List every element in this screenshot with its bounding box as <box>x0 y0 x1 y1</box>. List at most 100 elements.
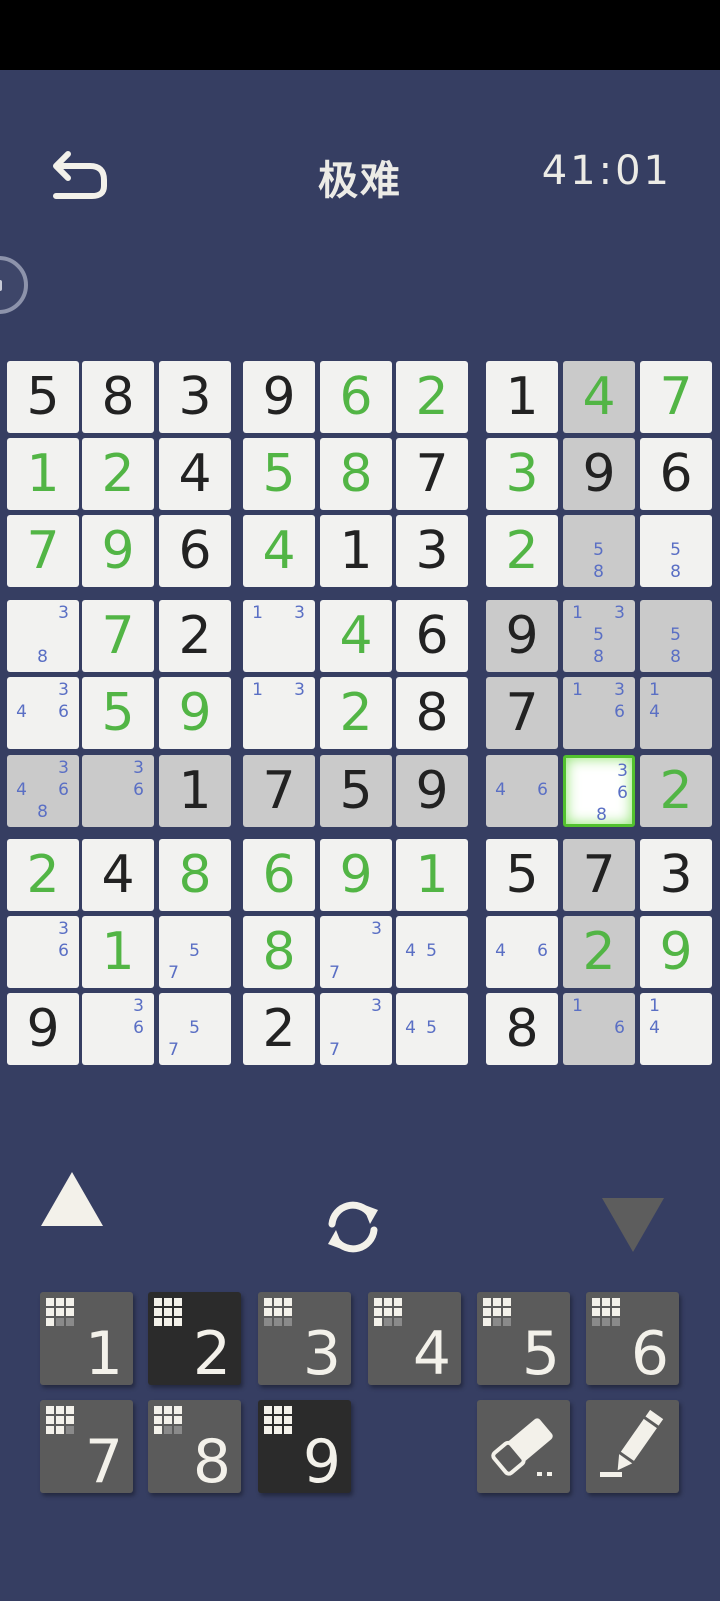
cell-r7c2[interactable]: 4 <box>82 839 154 911</box>
cell-r9c1[interactable]: 9 <box>7 993 79 1065</box>
refresh-icon[interactable] <box>318 1192 388 1262</box>
cell-r7c1[interactable]: 2 <box>7 839 79 911</box>
cell-r1c9[interactable]: 7 <box>640 361 712 433</box>
cell-value: 2 <box>505 521 539 581</box>
cell-r5c8[interactable]: 1 36 <box>563 677 635 749</box>
cell-r2c7[interactable]: 3 <box>486 438 558 510</box>
cell-r3c7[interactable]: 2 <box>486 515 558 587</box>
cell-r1c3[interactable]: 3 <box>159 361 231 433</box>
next-arrow-button[interactable] <box>602 1198 664 1252</box>
cell-r7c7[interactable]: 5 <box>486 839 558 911</box>
cell-r2c3[interactable]: 4 <box>159 438 231 510</box>
number-key-5[interactable]: 5 <box>477 1292 570 1389</box>
cell-r8c5[interactable]: 37 <box>320 916 392 988</box>
cell-r3c1[interactable]: 7 <box>7 515 79 587</box>
cell-r5c6[interactable]: 8 <box>396 677 468 749</box>
cell-r8c4[interactable]: 8 <box>243 916 315 988</box>
cell-r9c9[interactable]: 14 <box>640 993 712 1065</box>
cell-r5c2[interactable]: 5 <box>82 677 154 749</box>
eraser-button[interactable] <box>477 1400 570 1493</box>
cell-r9c7[interactable]: 8 <box>486 993 558 1065</box>
cell-r9c8[interactable]: 16 <box>563 993 635 1065</box>
cell-r4c3[interactable]: 2 <box>159 600 231 672</box>
cell-r1c4[interactable]: 9 <box>243 361 315 433</box>
cell-value: 3 <box>659 845 693 905</box>
cell-r3c9[interactable]: 58 <box>640 515 712 587</box>
number-key-7[interactable]: 7 <box>40 1400 133 1497</box>
cell-r2c9[interactable]: 6 <box>640 438 712 510</box>
cell-value: 6 <box>415 606 449 666</box>
cell-r6c1[interactable]: 3 4 68 <box>7 755 79 827</box>
cell-r9c2[interactable]: 36 <box>82 993 154 1065</box>
cell-r2c1[interactable]: 1 <box>7 438 79 510</box>
cell-r5c9[interactable]: 14 <box>640 677 712 749</box>
cell-r8c8[interactable]: 2 <box>563 916 635 988</box>
cell-r6c5[interactable]: 5 <box>320 755 392 827</box>
number-key-6[interactable]: 6 <box>586 1292 679 1389</box>
cell-r1c1[interactable]: 5 <box>7 361 79 433</box>
cell-r9c3[interactable]: 57 <box>159 993 231 1065</box>
cell-r2c5[interactable]: 8 <box>320 438 392 510</box>
cell-r3c2[interactable]: 9 <box>82 515 154 587</box>
cell-r1c2[interactable]: 8 <box>82 361 154 433</box>
cell-r4c6[interactable]: 6 <box>396 600 468 672</box>
cell-value: 2 <box>659 761 693 821</box>
cell-r6c6[interactable]: 9 <box>396 755 468 827</box>
cell-r5c7[interactable]: 7 <box>486 677 558 749</box>
pencil-button[interactable] <box>586 1400 679 1493</box>
cell-r1c5[interactable]: 6 <box>320 361 392 433</box>
cell-r4c9[interactable]: 58 <box>640 600 712 672</box>
cell-r2c8[interactable]: 9 <box>563 438 635 510</box>
cell-r8c2[interactable]: 1 <box>82 916 154 988</box>
cell-r6c9[interactable]: 2 <box>640 755 712 827</box>
cell-r3c4[interactable]: 4 <box>243 515 315 587</box>
number-key-8[interactable]: 8 <box>148 1400 241 1497</box>
cell-r4c4[interactable]: 13 <box>243 600 315 672</box>
cell-r7c4[interactable]: 6 <box>243 839 315 911</box>
number-key-4[interactable]: 4 <box>368 1292 461 1389</box>
cell-r8c9[interactable]: 9 <box>640 916 712 988</box>
cell-r4c8[interactable]: 1 358 <box>563 600 635 672</box>
cell-r8c3[interactable]: 57 <box>159 916 231 988</box>
cell-r3c8[interactable]: 58 <box>563 515 635 587</box>
cell-r3c3[interactable]: 6 <box>159 515 231 587</box>
cell-r4c1[interactable]: 38 <box>7 600 79 672</box>
cell-r3c6[interactable]: 3 <box>396 515 468 587</box>
cell-r4c7[interactable]: 9 <box>486 600 558 672</box>
number-key-1[interactable]: 1 <box>40 1292 133 1389</box>
previous-arrow-button[interactable] <box>41 1172 103 1226</box>
number-key-3[interactable]: 3 <box>258 1292 351 1389</box>
cell-r6c8[interactable]: 368 <box>563 755 635 827</box>
cell-r6c4[interactable]: 7 <box>243 755 315 827</box>
cell-r4c2[interactable]: 7 <box>82 600 154 672</box>
cell-r9c4[interactable]: 2 <box>243 993 315 1065</box>
cell-r5c4[interactable]: 13 <box>243 677 315 749</box>
cell-r5c5[interactable]: 2 <box>320 677 392 749</box>
cell-r7c9[interactable]: 3 <box>640 839 712 911</box>
cell-r5c3[interactable]: 9 <box>159 677 231 749</box>
cell-r1c8[interactable]: 4 <box>563 361 635 433</box>
cell-r2c2[interactable]: 2 <box>82 438 154 510</box>
cell-r5c1[interactable]: 3 4 6 <box>7 677 79 749</box>
number-key-2[interactable]: 2 <box>148 1292 241 1389</box>
cell-r8c6[interactable]: 45 <box>396 916 468 988</box>
cell-r7c5[interactable]: 9 <box>320 839 392 911</box>
cell-r1c7[interactable]: 1 <box>486 361 558 433</box>
cell-r9c6[interactable]: 45 <box>396 993 468 1065</box>
cell-r6c2[interactable]: 36 <box>82 755 154 827</box>
number-key-9[interactable]: 9 <box>258 1400 351 1497</box>
cell-r7c8[interactable]: 7 <box>563 839 635 911</box>
cell-r8c7[interactable]: 46 <box>486 916 558 988</box>
cell-r4c5[interactable]: 4 <box>320 600 392 672</box>
cell-r2c6[interactable]: 7 <box>396 438 468 510</box>
cell-r9c5[interactable]: 37 <box>320 993 392 1065</box>
cell-r7c3[interactable]: 8 <box>159 839 231 911</box>
cell-r8c1[interactable]: 36 <box>7 916 79 988</box>
cell-value: 8 <box>339 444 373 504</box>
cell-r7c6[interactable]: 1 <box>396 839 468 911</box>
cell-r6c7[interactable]: 46 <box>486 755 558 827</box>
cell-r1c6[interactable]: 2 <box>396 361 468 433</box>
cell-r2c4[interactable]: 5 <box>243 438 315 510</box>
cell-r3c5[interactable]: 1 <box>320 515 392 587</box>
cell-r6c3[interactable]: 1 <box>159 755 231 827</box>
